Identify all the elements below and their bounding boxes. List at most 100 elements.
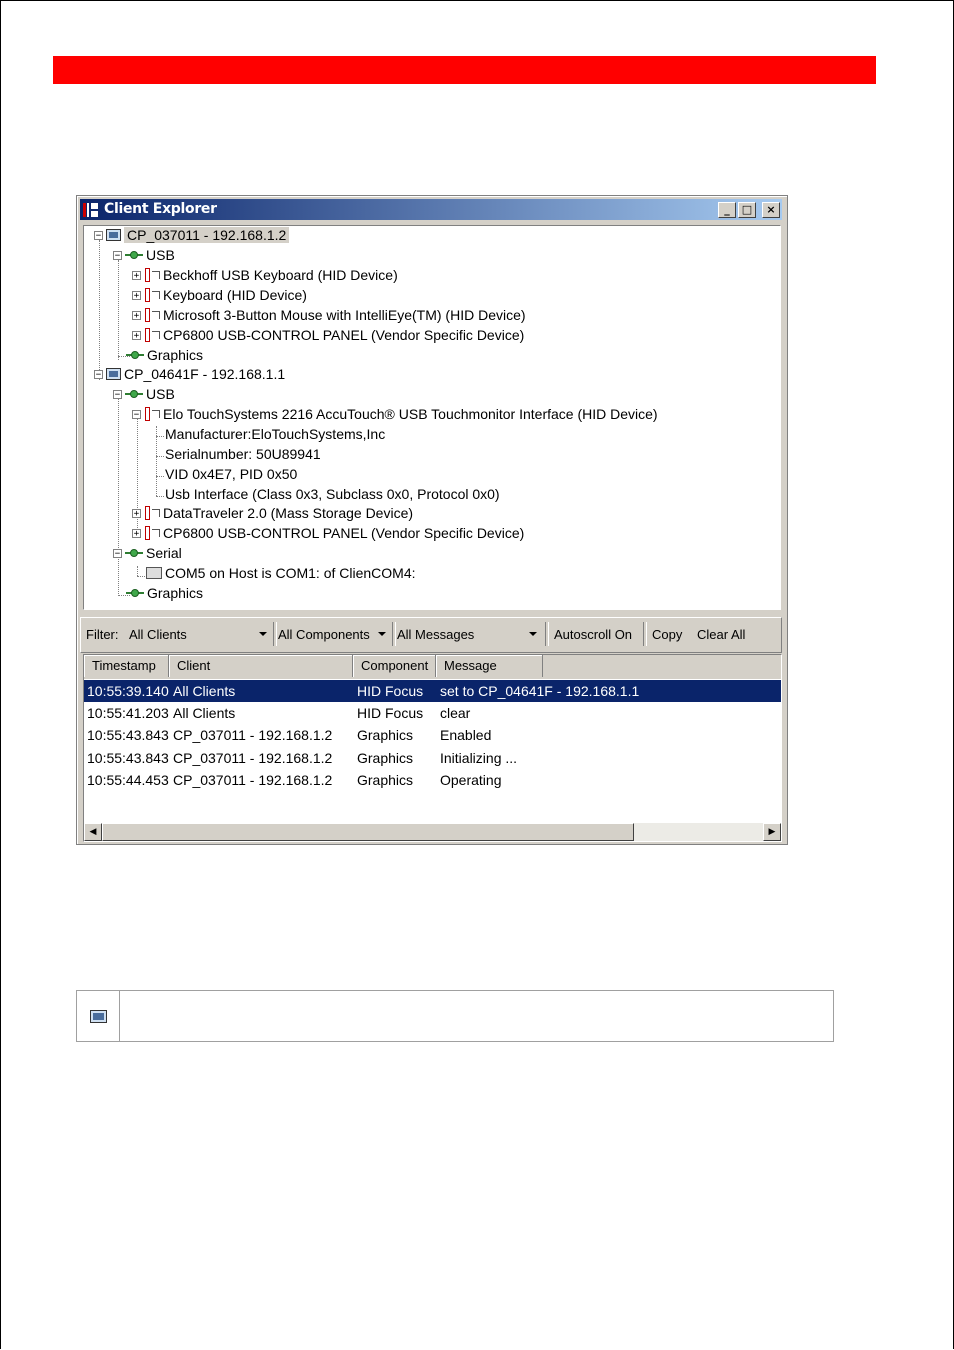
collapse-toggle-icon[interactable]: − (113, 250, 122, 260)
usb-icon (125, 390, 143, 398)
usb-device-icon (144, 526, 160, 540)
usb-device-icon (144, 328, 160, 342)
components-filter-dropdown[interactable]: All Components (278, 623, 390, 645)
tree-line (156, 436, 164, 437)
messages-filter-dropdown[interactable]: All Messages (397, 623, 541, 645)
tree-node-label: COM5 on Host is COM1: of ClienCOM4: (165, 565, 416, 581)
collapse-toggle-icon[interactable]: − (94, 230, 103, 240)
tree-node-label: Usb Interface (Class 0x3, Subclass 0x0, … (165, 486, 500, 502)
tree-node-detail[interactable]: VID 0x4E7, PID 0x50 (165, 465, 297, 483)
components-filter-value: All Components (278, 626, 370, 642)
toolbar-separator (273, 622, 277, 646)
message-log-list[interactable]: Timestamp Client Component Message 10:55… (83, 654, 782, 842)
title-bar[interactable]: Client Explorer _ □ × (80, 199, 782, 220)
tree-node-usb[interactable]: − USB (113, 385, 175, 403)
log-row[interactable]: 10:55:41.203 All Clients HID Focus clear (84, 702, 781, 724)
tree-node-serial[interactable]: − Serial (113, 544, 182, 562)
log-row[interactable]: 10:55:43.843 CP_037011 - 192.168.1.2 Gra… (84, 747, 781, 769)
cell-message: Operating (440, 772, 502, 788)
tree-node-label: Beckhoff USB Keyboard (HID Device) (163, 267, 398, 283)
clients-filter-dropdown[interactable]: All Clients (129, 623, 271, 645)
app-icon (83, 203, 98, 217)
log-row[interactable]: 10:55:44.453 CP_037011 - 192.168.1.2 Gra… (84, 769, 781, 791)
filter-label: Filter: (86, 627, 119, 642)
toolbar-separator (392, 622, 396, 646)
tree-node-com[interactable]: COM5 on Host is COM1: of ClienCOM4: (146, 564, 416, 582)
tree-node-label: Graphics (147, 585, 204, 601)
client-tree[interactable]: − CP_037011 - 192.168.1.2 − USB + Beckho… (83, 225, 781, 610)
expand-toggle-icon[interactable]: + (132, 290, 141, 300)
tree-node-label: Manufacturer:EloTouchSystems,Inc (165, 426, 386, 442)
graphics-icon (126, 589, 144, 597)
cell-client: CP_037011 - 192.168.1.2 (173, 727, 333, 743)
tree-node-device[interactable]: + CP6800 USB-CONTROL PANEL (Vendor Speci… (132, 524, 524, 542)
tree-node-detail[interactable]: Serialnumber: 50U89941 (165, 445, 321, 463)
tree-node-detail[interactable]: Usb Interface (Class 0x3, Subclass 0x0, … (165, 485, 500, 503)
close-button[interactable]: × (762, 202, 780, 218)
dropdown-arrow-icon (378, 632, 386, 636)
expand-toggle-icon[interactable]: + (132, 310, 141, 320)
tree-node-device[interactable]: + Keyboard (HID Device) (132, 286, 307, 304)
minimize-button[interactable]: _ (718, 202, 736, 218)
tree-node-label: Microsoft 3-Button Mouse with IntelliEye… (163, 307, 526, 323)
column-header-client[interactable]: Client (169, 655, 353, 677)
tree-node-client[interactable]: − CP_04641F - 192.168.1.1 (94, 365, 285, 383)
tree-node-label: Elo TouchSystems 2216 AccuTouch® USB Tou… (163, 406, 658, 422)
tree-node-label: Graphics (147, 347, 204, 363)
tree-node-label: USB (146, 386, 175, 402)
expand-toggle-icon[interactable]: + (132, 330, 141, 340)
tree-line (156, 496, 164, 497)
tree-node-device[interactable]: + Microsoft 3-Button Mouse with IntelliE… (132, 306, 526, 324)
clear-all-button[interactable]: Clear All (697, 627, 745, 642)
tree-node-label: USB (146, 247, 175, 263)
tree-node-device[interactable]: − Elo TouchSystems 2216 AccuTouch® USB T… (132, 405, 658, 423)
cell-client: CP_037011 - 192.168.1.2 (173, 772, 333, 788)
header-red-band (53, 56, 876, 84)
collapse-toggle-icon[interactable]: − (132, 409, 141, 419)
scroll-right-arrow-icon[interactable]: ▶ (763, 823, 781, 841)
tree-node-graphics[interactable]: Graphics (126, 346, 203, 364)
collapse-toggle-icon[interactable]: − (113, 548, 122, 558)
log-header: Timestamp Client Component Message (84, 655, 781, 679)
collapse-toggle-icon[interactable]: − (94, 369, 103, 379)
note-table (76, 990, 834, 1042)
column-header-component[interactable]: Component (353, 655, 436, 677)
copy-button[interactable]: Copy (652, 627, 682, 642)
collapse-toggle-icon[interactable]: − (113, 389, 122, 399)
scroll-left-arrow-icon[interactable]: ◀ (84, 823, 102, 841)
cell-component: Graphics (357, 750, 414, 766)
tree-line (137, 566, 138, 576)
scrollbar-thumb[interactable] (102, 823, 634, 841)
tree-node-detail[interactable]: Manufacturer:EloTouchSystems,Inc (165, 425, 385, 443)
expand-toggle-icon[interactable]: + (132, 528, 141, 538)
tree-line (156, 476, 164, 477)
cell-component: HID Focus (357, 683, 424, 699)
cell-client: All Clients (173, 705, 236, 721)
horizontal-scrollbar[interactable]: ◀ ▶ (84, 823, 781, 841)
storage-device-icon (144, 506, 160, 520)
maximize-button[interactable]: □ (738, 202, 756, 218)
tree-node-graphics[interactable]: Graphics (126, 584, 203, 602)
cell-message: clear (440, 705, 471, 721)
cell-message: Enabled (440, 727, 492, 743)
column-header-timestamp[interactable]: Timestamp (84, 655, 169, 677)
window-title: Client Explorer (104, 201, 217, 217)
tree-node-device[interactable]: + DataTraveler 2.0 (Mass Storage Device) (132, 504, 413, 522)
log-row[interactable]: 10:55:43.843 CP_037011 - 192.168.1.2 Gra… (84, 724, 781, 746)
autoscroll-button[interactable]: Autoscroll On (554, 627, 632, 642)
tree-node-device[interactable]: + CP6800 USB-CONTROL PANEL (Vendor Speci… (132, 326, 524, 344)
cell-timestamp: 10:55:44.453 (87, 772, 169, 788)
tree-node-usb[interactable]: − USB (113, 246, 175, 264)
cell-timestamp: 10:55:43.843 (87, 750, 169, 766)
log-row[interactable]: 10:55:39.140 All Clients HID Focus set t… (84, 680, 781, 702)
tree-node-label: CP_037011 - 192.168.1.2 (124, 227, 290, 243)
cell-message: Initializing ... (440, 750, 518, 766)
tree-node-device[interactable]: + Beckhoff USB Keyboard (HID Device) (132, 266, 398, 284)
expand-toggle-icon[interactable]: + (132, 270, 141, 280)
tree-node-client[interactable]: − CP_037011 - 192.168.1.2 (94, 226, 290, 244)
cell-timestamp: 10:55:39.140 (87, 683, 169, 699)
serial-icon (125, 549, 143, 557)
column-header-message[interactable]: Message (436, 655, 543, 677)
dropdown-arrow-icon (259, 632, 267, 636)
expand-toggle-icon[interactable]: + (132, 508, 141, 518)
